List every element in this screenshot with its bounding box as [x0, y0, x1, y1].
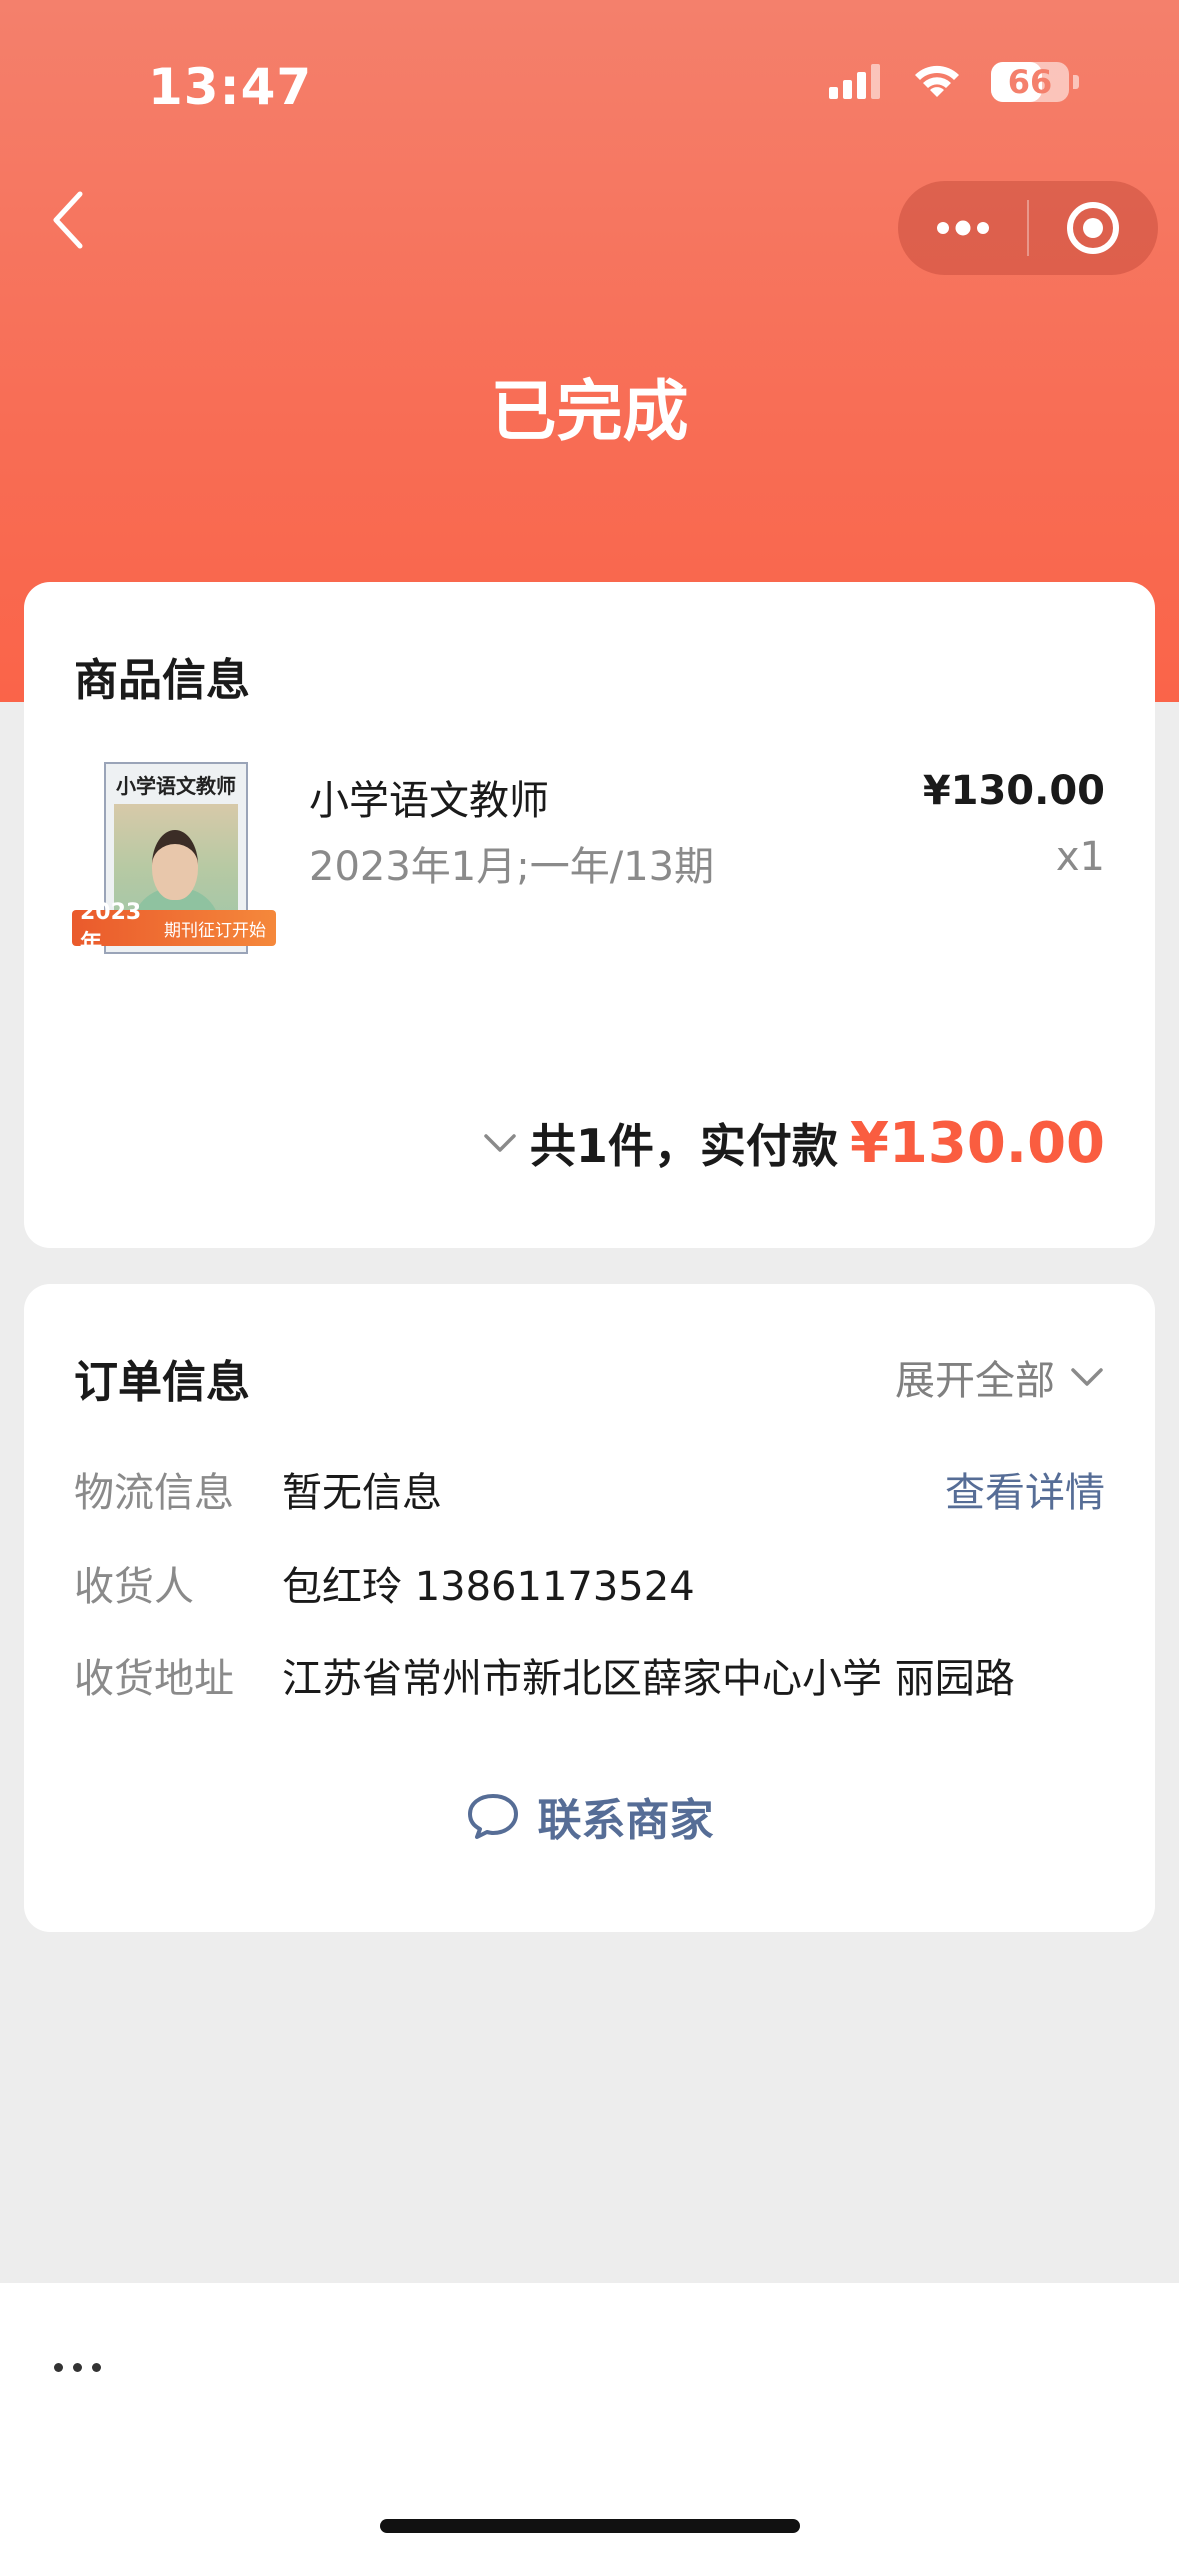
signal-icon: [829, 64, 880, 99]
summary-label: 共1件，实付款: [529, 1119, 838, 1173]
cover-masthead: 小学语文教师: [116, 774, 236, 798]
order-info-card: 订单信息 展开全部 物流信息 暂无信息 查看详情 收货人 包红玲 1386117…: [24, 1284, 1155, 1932]
bottom-more-button[interactable]: [54, 2363, 101, 2372]
order-card-title: 订单信息: [74, 1357, 250, 1408]
view-details-link[interactable]: 查看详情: [945, 1460, 1105, 1518]
more-icon: [936, 220, 989, 236]
expand-all-label: 展开全部: [895, 1358, 1055, 1404]
wifi-icon: [915, 65, 959, 97]
cover-year: 2023年: [80, 899, 142, 956]
chevron-down-icon: [1071, 1368, 1103, 1386]
chat-bubble-icon: [467, 1794, 518, 1839]
goods-card-title: 商品信息: [74, 655, 250, 706]
page-title: 已完成: [490, 373, 689, 450]
expand-all-button[interactable]: 展开全部: [895, 1348, 1105, 1406]
home-indicator: [380, 2519, 800, 2533]
close-button[interactable]: [1029, 181, 1158, 275]
status-icons: 66: [827, 62, 1079, 102]
cover-banner: 2023年 期刊征订开始: [72, 900, 276, 956]
close-target-icon: [1067, 202, 1120, 254]
battery-icon: 66: [991, 62, 1069, 102]
dot: [54, 2363, 63, 2372]
order-summary-toggle[interactable]: 共1件，实付款 ¥130.00: [482, 1110, 1105, 1176]
back-button[interactable]: [44, 188, 94, 252]
product-quantity: x1: [1055, 834, 1105, 880]
mini-program-capsule: [898, 181, 1158, 275]
logistics-value: 暂无信息: [282, 1470, 442, 1516]
goods-info-card: 商品信息 小学语文教师 2023年 期刊征订开始 小学语文教师 2023年1月;…: [24, 582, 1155, 1248]
back-icon: [53, 191, 83, 249]
dot: [92, 2363, 101, 2372]
logistics-label: 物流信息: [74, 1470, 234, 1516]
battery-level: 66: [1007, 63, 1053, 101]
recipient-value: 包红玲 13861173524: [282, 1564, 695, 1610]
status-time: 13:47: [148, 58, 313, 116]
dot: [73, 2363, 82, 2372]
contact-merchant-button[interactable]: 联系商家: [24, 1784, 1155, 1848]
battery-nub: [1073, 75, 1079, 89]
contact-merchant-label: 联系商家: [537, 1795, 714, 1846]
address-label: 收货地址: [74, 1656, 234, 1702]
cover-figure-head: [152, 830, 198, 900]
recipient-label: 收货人: [74, 1564, 194, 1610]
more-button[interactable]: [898, 181, 1027, 275]
product-price: ¥130.00: [922, 768, 1105, 814]
product-name[interactable]: 小学语文教师: [309, 768, 549, 826]
summary-amount: ¥130.00: [849, 1110, 1105, 1176]
product-cover-image[interactable]: 小学语文教师 2023年 期刊征订开始: [72, 762, 276, 970]
address-value: 江苏省常州市新北区薛家中心小学 丽园路: [282, 1656, 1015, 1702]
product-spec: 2023年1月;一年/13期: [309, 844, 715, 890]
chevron-down-icon: [484, 1134, 516, 1152]
bottom-bar: [0, 2283, 1179, 2556]
cover-slogan: 期刊征订开始: [164, 920, 266, 941]
